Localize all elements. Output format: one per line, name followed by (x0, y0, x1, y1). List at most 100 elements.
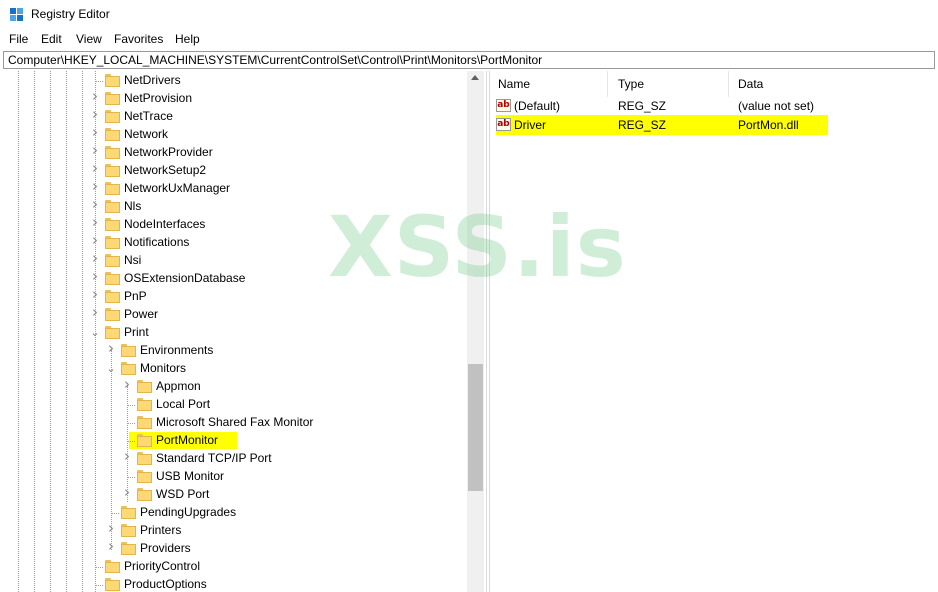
chevron-right-icon[interactable]: › (90, 107, 100, 122)
folder-icon (105, 326, 120, 339)
tree-item-label: NetworkUxManager (124, 181, 231, 195)
address-path[interactable]: Computer\HKEY_LOCAL_MACHINE\SYSTEM\Curre… (8, 53, 542, 67)
folder-icon (121, 524, 136, 537)
chevron-right-icon[interactable]: › (90, 125, 100, 140)
tree-item[interactable]: › NetworkProvider (0, 143, 466, 162)
tree-item-label: ProductOptions (124, 577, 207, 591)
tree-item[interactable]: › Nsi (0, 251, 466, 270)
tree-item-label: Print (124, 325, 149, 339)
tree-item[interactable]: › NetProvision (0, 89, 466, 108)
folder-icon (137, 416, 152, 429)
column-header-type[interactable]: Type (618, 77, 644, 91)
tree-item[interactable]: › Printers (0, 521, 466, 540)
tree-item-label: Providers (140, 541, 191, 555)
value-type: REG_SZ (618, 99, 667, 113)
tree-item-label: Power (124, 307, 159, 321)
column-header-name[interactable]: Name (498, 77, 530, 91)
folder-icon (137, 470, 152, 483)
tree-item[interactable]: NetDrivers (0, 72, 466, 90)
folder-icon (105, 254, 120, 267)
values-list[interactable]: Name Type Data ab (Default) REG_SZ (valu… (490, 71, 938, 592)
folder-icon (105, 578, 120, 591)
column-header-data[interactable]: Data (738, 77, 763, 91)
chevron-right-icon[interactable]: › (106, 521, 116, 536)
tree-guide-line (127, 477, 135, 478)
chevron-right-icon[interactable]: › (90, 215, 100, 230)
ab-string-icon: ab (496, 118, 511, 131)
menu-view[interactable]: View (75, 32, 103, 46)
chevron-right-icon[interactable]: › (122, 377, 132, 392)
menu-help[interactable]: Help (174, 32, 201, 46)
tree-item[interactable]: › NetworkUxManager (0, 179, 466, 198)
chevron-right-icon[interactable]: › (122, 449, 132, 464)
tree-item[interactable]: USB Monitor (0, 468, 466, 486)
tree-guide-line (127, 405, 135, 406)
tree-item[interactable]: › Network (0, 125, 466, 144)
tree-item[interactable]: ⌄ Monitors (0, 360, 466, 378)
tree-item[interactable]: PortMonitor (0, 432, 466, 450)
tree-item-label: Appmon (156, 379, 201, 393)
chevron-right-icon[interactable]: › (90, 197, 100, 212)
tree-guide-line (95, 81, 103, 82)
chevron-down-icon[interactable]: ⌄ (90, 327, 100, 338)
list-row[interactable]: ab (Default) REG_SZ (value not set) (490, 96, 938, 116)
chevron-right-icon[interactable]: › (90, 287, 100, 302)
tree-item-label: PnP (124, 289, 147, 303)
tree-item[interactable]: › Power (0, 305, 466, 324)
folder-icon (105, 236, 120, 249)
value-name: (Default) (514, 99, 561, 113)
menu-edit[interactable]: Edit (40, 32, 63, 46)
chevron-right-icon[interactable]: › (90, 233, 100, 248)
tree-item[interactable]: PendingUpgrades (0, 504, 466, 522)
chevron-right-icon[interactable]: › (90, 143, 100, 158)
tree-item[interactable]: ProductOptions (0, 576, 466, 592)
chevron-right-icon[interactable]: › (122, 485, 132, 500)
tree-item[interactable]: › Nls (0, 197, 466, 216)
column-separator[interactable] (728, 71, 729, 97)
list-row[interactable]: ab Driver REG_SZ PortMon.dll (496, 115, 828, 135)
column-separator[interactable] (607, 71, 608, 97)
scroll-up-arrow-icon[interactable] (471, 75, 479, 80)
title-bar: Registry Editor (0, 0, 938, 30)
chevron-right-icon[interactable]: › (106, 539, 116, 554)
tree-item[interactable]: › OSExtensionDatabase (0, 269, 466, 288)
tree-item-label: PriorityControl (124, 559, 201, 573)
chevron-right-icon[interactable]: › (90, 269, 100, 284)
chevron-right-icon[interactable]: › (106, 341, 116, 356)
tree-scrollbar[interactable] (467, 71, 484, 592)
tree-item[interactable]: › Appmon (0, 377, 466, 396)
tree-item[interactable]: › NetworkSetup2 (0, 161, 466, 180)
address-bar[interactable]: Computer\HKEY_LOCAL_MACHINE\SYSTEM\Curre… (3, 51, 935, 69)
chevron-right-icon[interactable]: › (90, 305, 100, 320)
tree-item-label: Printers (140, 523, 182, 537)
folder-icon (121, 344, 136, 357)
tree-item[interactable]: ⌄ Print (0, 324, 466, 342)
tree-item[interactable]: › Providers (0, 539, 466, 558)
tree-item[interactable]: Local Port (0, 396, 466, 414)
tree-item[interactable]: › Notifications (0, 233, 466, 252)
folder-icon (105, 290, 120, 303)
tree-item[interactable]: PriorityControl (0, 558, 466, 576)
chevron-right-icon[interactable]: › (90, 89, 100, 104)
chevron-right-icon[interactable]: › (90, 179, 100, 194)
tree-guide-line (127, 423, 135, 424)
tree-item[interactable]: › NetTrace (0, 107, 466, 126)
folder-icon (121, 506, 136, 519)
chevron-down-icon[interactable]: ⌄ (106, 363, 116, 374)
key-tree[interactable]: NetDrivers › NetProvision › NetTrace › Network… (0, 71, 486, 592)
folder-icon (137, 434, 152, 447)
folder-icon (137, 380, 152, 393)
menu-file[interactable]: File (8, 32, 29, 46)
chevron-right-icon[interactable]: › (90, 251, 100, 266)
tree-item[interactable]: › PnP (0, 287, 466, 306)
value-name: Driver (514, 118, 546, 132)
tree-item[interactable]: Microsoft Shared Fax Monitor (0, 414, 466, 432)
folder-icon (121, 362, 136, 375)
tree-item[interactable]: › Environments (0, 341, 466, 360)
tree-item[interactable]: › WSD Port (0, 485, 466, 504)
menu-favorites[interactable]: Favorites (113, 32, 164, 46)
scrollbar-thumb[interactable] (468, 364, 483, 491)
chevron-right-icon[interactable]: › (90, 161, 100, 176)
tree-item[interactable]: › Standard TCP/IP Port (0, 449, 466, 468)
tree-item[interactable]: › NodeInterfaces (0, 215, 466, 234)
